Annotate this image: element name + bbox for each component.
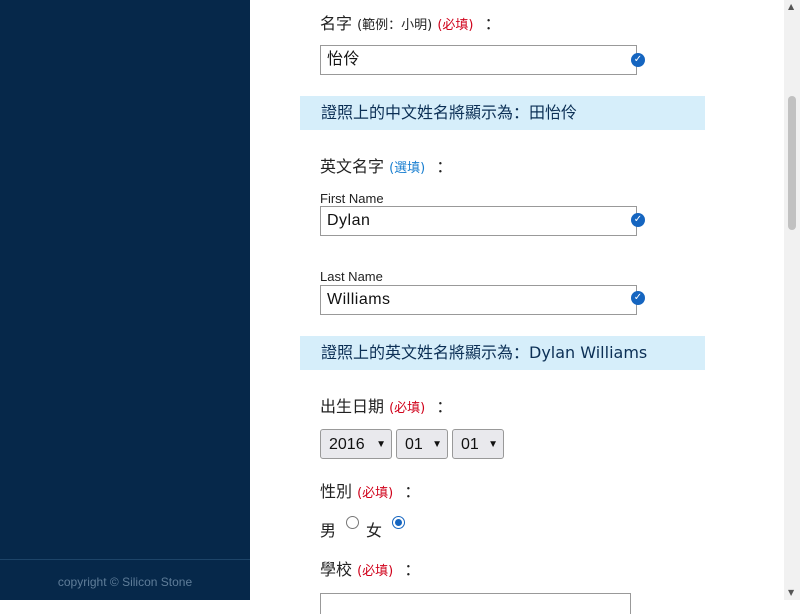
- gender-female-label: 女: [366, 521, 383, 540]
- required-tag: (必填): [357, 564, 394, 579]
- sidebar: copyright © Silicon Stone: [0, 0, 250, 600]
- form-content: 名字 (範例：小明) (必填) ： ✓ 證照上的中文姓名將顯示為：田怡伶 英文名…: [250, 0, 784, 614]
- english-last-name-label: Last Name: [320, 269, 383, 284]
- first-name-label-text: 名字: [320, 14, 353, 33]
- birth-day-select[interactable]: 01 ▼: [452, 429, 504, 459]
- required-tag: (必填): [389, 401, 426, 416]
- optional-tag: (選填): [389, 161, 426, 176]
- colon: ：: [436, 397, 453, 416]
- english-name-label: 英文名字 (選填) ：: [320, 153, 452, 177]
- school-label-text: 學校: [320, 560, 353, 579]
- birth-month-select[interactable]: 01 ▼: [396, 429, 448, 459]
- first-name-input[interactable]: [320, 45, 637, 75]
- birthday-label-text: 出生日期: [320, 397, 385, 416]
- birth-day-value: 01: [461, 436, 479, 453]
- required-tag: (必填): [437, 18, 474, 33]
- birth-month-value: 01: [405, 436, 423, 453]
- colon: ：: [404, 482, 421, 501]
- chinese-name-preview: 證照上的中文姓名將顯示為：田怡伶: [300, 96, 705, 130]
- first-name-label: 名字 (範例：小明) (必填) ：: [320, 10, 501, 34]
- check-circle-icon: ✓: [631, 53, 645, 67]
- birth-year-select[interactable]: 2016 ▼: [320, 429, 392, 459]
- gender-male-label: 男: [320, 521, 337, 540]
- chevron-down-icon: ▼: [376, 439, 386, 450]
- required-tag: (必填): [357, 486, 394, 501]
- school-label: 學校 (必填) ：: [320, 556, 420, 580]
- check-circle-icon: ✓: [631, 291, 645, 305]
- scroll-thumb[interactable]: [788, 96, 796, 230]
- scroll-down-icon[interactable]: ▼: [788, 588, 794, 597]
- gender-label: 性別 (必填) ：: [320, 478, 420, 502]
- gender-male-radio[interactable]: [346, 516, 359, 529]
- chevron-down-icon: ▼: [488, 439, 498, 450]
- gender-female-radio[interactable]: [392, 516, 405, 529]
- birth-year-value: 2016: [329, 436, 365, 453]
- copyright-footer: copyright © Silicon Stone: [0, 559, 250, 601]
- birthday-label: 出生日期 (必填) ：: [320, 393, 452, 417]
- school-input[interactable]: [320, 593, 631, 614]
- check-circle-icon: ✓: [631, 213, 645, 227]
- gender-label-text: 性別: [320, 482, 353, 501]
- chevron-down-icon: ▼: [432, 439, 442, 450]
- english-first-name-input[interactable]: [320, 206, 637, 236]
- english-name-label-text: 英文名字: [320, 157, 385, 176]
- scroll-up-icon[interactable]: ▲: [788, 2, 794, 11]
- colon: ：: [484, 14, 501, 33]
- colon: ：: [404, 560, 421, 579]
- colon: ：: [436, 157, 453, 176]
- english-last-name-input[interactable]: [320, 285, 637, 315]
- first-name-hint: (範例：小明): [357, 18, 433, 33]
- scrollbar[interactable]: ▲ ▼: [784, 0, 800, 600]
- english-first-name-label: First Name: [320, 191, 384, 206]
- english-name-preview: 證照上的英文姓名將顯示為：Dylan Williams: [300, 336, 705, 370]
